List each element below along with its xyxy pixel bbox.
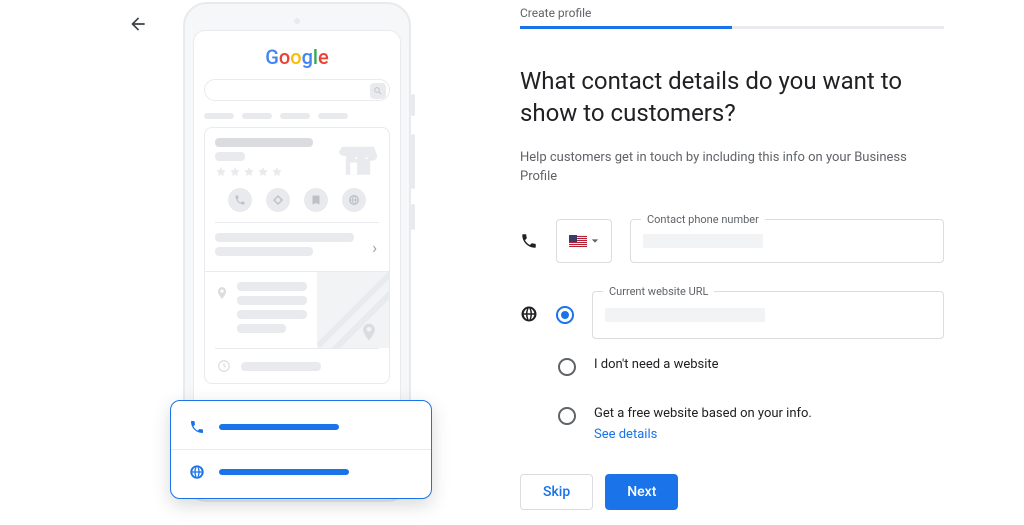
globe-icon — [520, 305, 538, 323]
clock-icon — [217, 359, 231, 373]
stepper-progress — [520, 26, 944, 29]
website-radio-free-label: Get a free website based on your info. — [594, 406, 812, 421]
result-card-mock: › — [204, 127, 390, 384]
phone-icon — [520, 232, 538, 250]
phone-number-field[interactable]: Contact phone number — [630, 219, 944, 263]
page-root: Google — [0, 0, 1024, 525]
back-button[interactable] — [128, 14, 148, 38]
map-pin-icon — [359, 322, 379, 342]
next-button[interactable]: Next — [605, 474, 678, 510]
arrow-left-icon — [128, 14, 148, 34]
page-title: What contact details do you want to show… — [520, 65, 944, 130]
website-row: Current website URL — [520, 291, 944, 339]
website-url-field[interactable]: Current website URL — [592, 291, 944, 339]
website-radio-none-label: I don't need a website — [594, 357, 719, 372]
storefront-icon — [337, 138, 379, 180]
chevron-right-icon: › — [372, 238, 377, 257]
pin-icon — [215, 286, 229, 300]
search-icon — [370, 83, 386, 99]
phone-field-label: Contact phone number — [641, 213, 765, 226]
us-flag-icon — [569, 235, 587, 247]
caret-down-icon — [591, 237, 599, 245]
illustration-pane: Google — [0, 0, 480, 525]
skip-button[interactable]: Skip — [520, 474, 593, 510]
google-logo: Google — [204, 45, 390, 69]
contact-highlight-card — [170, 400, 432, 499]
save-chip-icon — [304, 188, 328, 212]
website-radio-none[interactable] — [558, 358, 576, 376]
country-code-select[interactable] — [556, 219, 612, 263]
globe-icon — [189, 464, 205, 480]
search-bar-mock — [204, 79, 390, 101]
website-chip-icon — [342, 188, 366, 212]
stepper-label: Create profile — [520, 6, 944, 20]
form-pane: Create profile What contact details do y… — [480, 0, 1024, 525]
website-radio-url[interactable] — [556, 306, 574, 324]
directions-chip-icon — [266, 188, 290, 212]
page-subtitle: Help customers get in touch by including… — [520, 148, 944, 187]
phone-row: Contact phone number — [520, 219, 944, 263]
stepper-progress-fill — [520, 26, 732, 29]
phone-icon — [189, 419, 205, 435]
call-chip-icon — [228, 188, 252, 212]
see-details-link[interactable]: See details — [594, 427, 812, 442]
website-radio-free[interactable] — [558, 407, 576, 425]
website-field-label: Current website URL — [603, 285, 714, 298]
